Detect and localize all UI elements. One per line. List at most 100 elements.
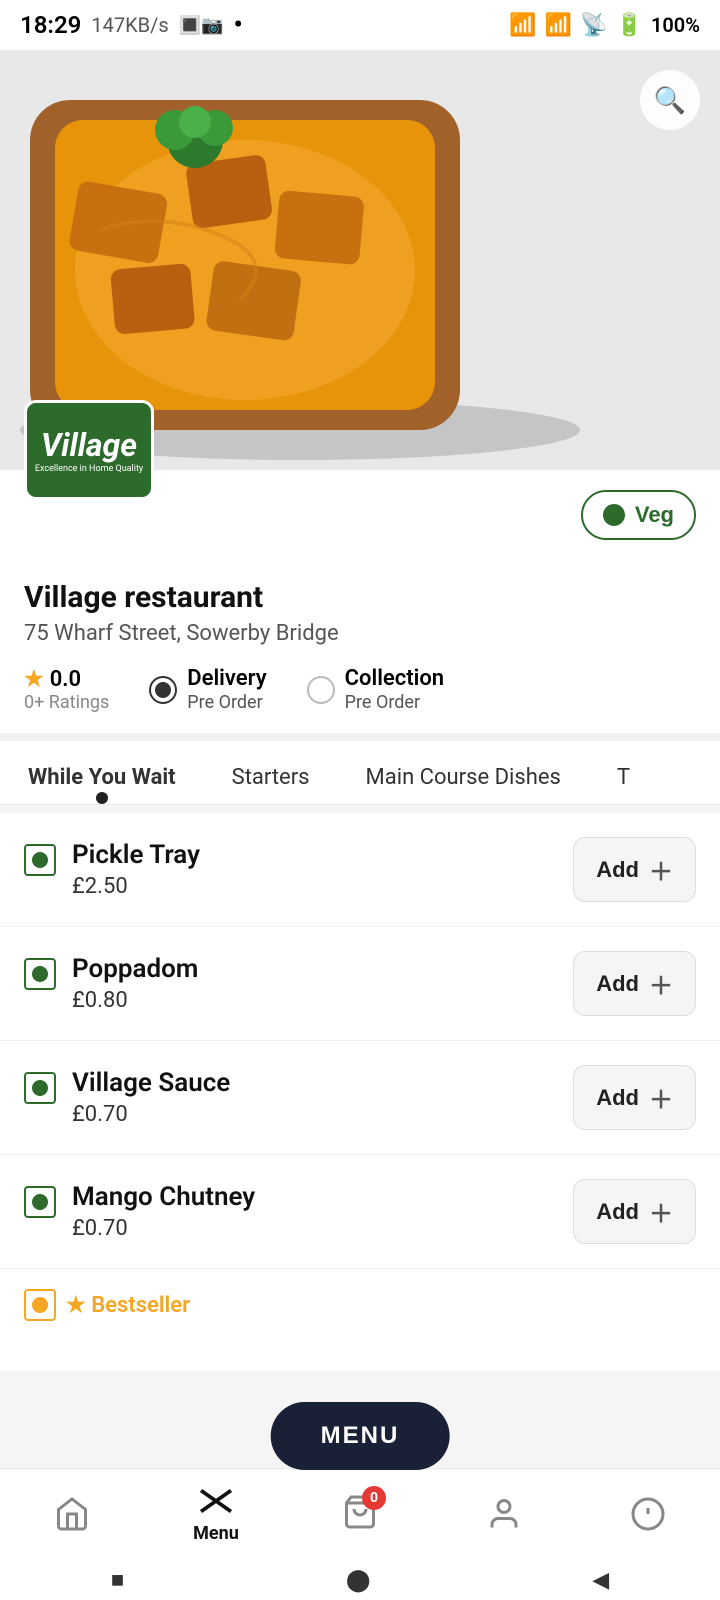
android-circle-btn[interactable]: ⬤ [346, 1568, 371, 1593]
tab-label-3: T [617, 765, 630, 790]
order-options: Delivery Pre Order Collection Pre Order [149, 666, 444, 713]
menu-item-price-2: £0.70 [72, 1102, 230, 1127]
collection-option[interactable]: Collection Pre Order [307, 666, 444, 713]
tab-t[interactable]: T [589, 751, 658, 804]
tab-label-0: While You Wait [28, 765, 176, 790]
battery-icon: 🔋 [616, 13, 643, 38]
android-back-btn[interactable]: ◀ [592, 1568, 609, 1593]
tab-active-indicator [96, 792, 108, 804]
search-icon: 🔍 [654, 85, 686, 116]
tab-main-course[interactable]: Main Course Dishes [338, 751, 589, 804]
restaurant-name: Village restaurant [24, 580, 696, 615]
menu-item-pickle-tray: Pickle Tray £2.50 Add ＋ [0, 813, 720, 927]
wifi-icon2: 📡 [580, 13, 607, 38]
veg-toggle-button[interactable]: Veg [581, 490, 696, 540]
plus-icon-1: ＋ [649, 966, 673, 1001]
plus-icon-0: ＋ [649, 852, 673, 887]
add-label-0: Add [596, 857, 639, 883]
menu-item-info-3: Mango Chutney £0.70 [72, 1182, 255, 1241]
status-dot: • [234, 10, 243, 40]
menu-item-left-0: Pickle Tray £2.50 [24, 840, 200, 899]
restaurant-meta: ★ 0.0 0+ Ratings Delivery Pre Order Coll… [24, 666, 696, 733]
nav-info[interactable] [598, 1496, 698, 1532]
menu-item-name-2: Village Sauce [72, 1068, 230, 1098]
veg-label: Veg [635, 502, 674, 528]
veg-indicator-2 [24, 1072, 56, 1104]
menu-item-left-3: Mango Chutney £0.70 [24, 1182, 255, 1241]
nav-home[interactable] [22, 1496, 122, 1532]
menu-list: Pickle Tray £2.50 Add ＋ Poppadom £0.80 A… [0, 813, 720, 1371]
status-right: 📶 📶 📡 🔋 100% [509, 13, 700, 38]
android-square-btn[interactable]: ■ [111, 1567, 124, 1593]
nav-profile[interactable] [454, 1496, 554, 1532]
rating-count: 0+ Ratings [24, 692, 109, 713]
menu-item-price-0: £2.50 [72, 874, 200, 899]
menu-item-name-1: Poppadom [72, 954, 198, 984]
status-speed: 147KB/s [91, 13, 168, 37]
status-time: 18:29 [20, 11, 81, 39]
veg-indicator-1 [24, 958, 56, 990]
bestseller-badge: ★ Bestseller [66, 1293, 190, 1318]
logo-subtitle: Excellence in Home Quality [31, 464, 147, 475]
restaurant-card: Village Excellence in Home Quality Veg V… [0, 470, 720, 733]
add-button-2[interactable]: Add ＋ [573, 1065, 696, 1130]
bottom-nav: Menu 0 [0, 1468, 720, 1560]
menu-item-left-1: Poppadom £0.80 [24, 954, 198, 1013]
plus-icon-3: ＋ [649, 1194, 673, 1229]
nav-menu-label: Menu [193, 1523, 239, 1544]
bestseller-dot [32, 1297, 48, 1313]
search-button[interactable]: 🔍 [640, 70, 700, 130]
menu-item-name-3: Mango Chutney [72, 1182, 255, 1212]
nav-cart[interactable]: 0 [310, 1494, 410, 1534]
battery-percent: 100% [651, 13, 700, 37]
veg-indicator-3 [24, 1186, 56, 1218]
menu-item-price-3: £0.70 [72, 1216, 255, 1241]
rating-value: 0.0 [50, 667, 81, 692]
veg-dot-2 [32, 1080, 48, 1096]
restaurant-address: 75 Wharf Street, Sowerby Bridge [24, 621, 696, 646]
delivery-label: Delivery [187, 666, 266, 692]
veg-dot-0 [32, 852, 48, 868]
profile-icon [486, 1496, 522, 1532]
veg-indicator-0 [24, 844, 56, 876]
info-icon [630, 1496, 666, 1532]
tab-while-you-wait[interactable]: While You Wait [0, 751, 204, 804]
bestseller-veg-indicator [24, 1289, 56, 1321]
delivery-radio [149, 676, 177, 704]
collection-radio [307, 676, 335, 704]
cart-badge-count: 0 [362, 1486, 386, 1510]
nav-menu[interactable]: Menu [166, 1483, 266, 1544]
add-button-1[interactable]: Add ＋ [573, 951, 696, 1016]
menu-float-label: MENU [321, 1422, 400, 1449]
divider [0, 733, 720, 741]
add-label-1: Add [596, 971, 639, 997]
menu-item-left-2: Village Sauce £0.70 [24, 1068, 230, 1127]
category-tabs: While You Wait Starters Main Course Dish… [0, 741, 720, 805]
veg-dot-1 [32, 966, 48, 982]
signal-icon: 📶 [509, 13, 536, 38]
tab-label-2: Main Course Dishes [366, 765, 561, 790]
wifi-icon: 📶 [545, 13, 572, 38]
collection-label: Collection [345, 666, 444, 692]
plus-icon-2: ＋ [649, 1080, 673, 1115]
status-icons: 🔳📷 [179, 15, 224, 36]
delivery-option[interactable]: Delivery Pre Order [149, 666, 266, 713]
add-button-3[interactable]: Add ＋ [573, 1179, 696, 1244]
status-bar: 18:29 147KB/s 🔳📷 • 📶 📶 📡 🔋 100% [0, 0, 720, 50]
add-label-2: Add [596, 1085, 639, 1111]
delivery-sub: Pre Order [187, 692, 266, 713]
menu-item-price-1: £0.80 [72, 988, 198, 1013]
menu-item-info-0: Pickle Tray £2.50 [72, 840, 200, 899]
restaurant-logo: Village Excellence in Home Quality [24, 400, 154, 500]
add-button-0[interactable]: Add ＋ [573, 837, 696, 902]
delivery-radio-inner [155, 682, 171, 698]
tab-starters[interactable]: Starters [204, 751, 338, 804]
android-nav-bar: ■ ⬤ ◀ [0, 1560, 720, 1600]
menu-item-poppadom: Poppadom £0.80 Add ＋ [0, 927, 720, 1041]
menu-float-button[interactable]: MENU [271, 1402, 450, 1470]
menu-item-info-2: Village Sauce £0.70 [72, 1068, 230, 1127]
menu-item-info-1: Poppadom £0.80 [72, 954, 198, 1013]
menu-item-name-0: Pickle Tray [72, 840, 200, 870]
menu-item-mango-chutney: Mango Chutney £0.70 Add ＋ [0, 1155, 720, 1269]
collection-sub: Pre Order [345, 692, 444, 713]
